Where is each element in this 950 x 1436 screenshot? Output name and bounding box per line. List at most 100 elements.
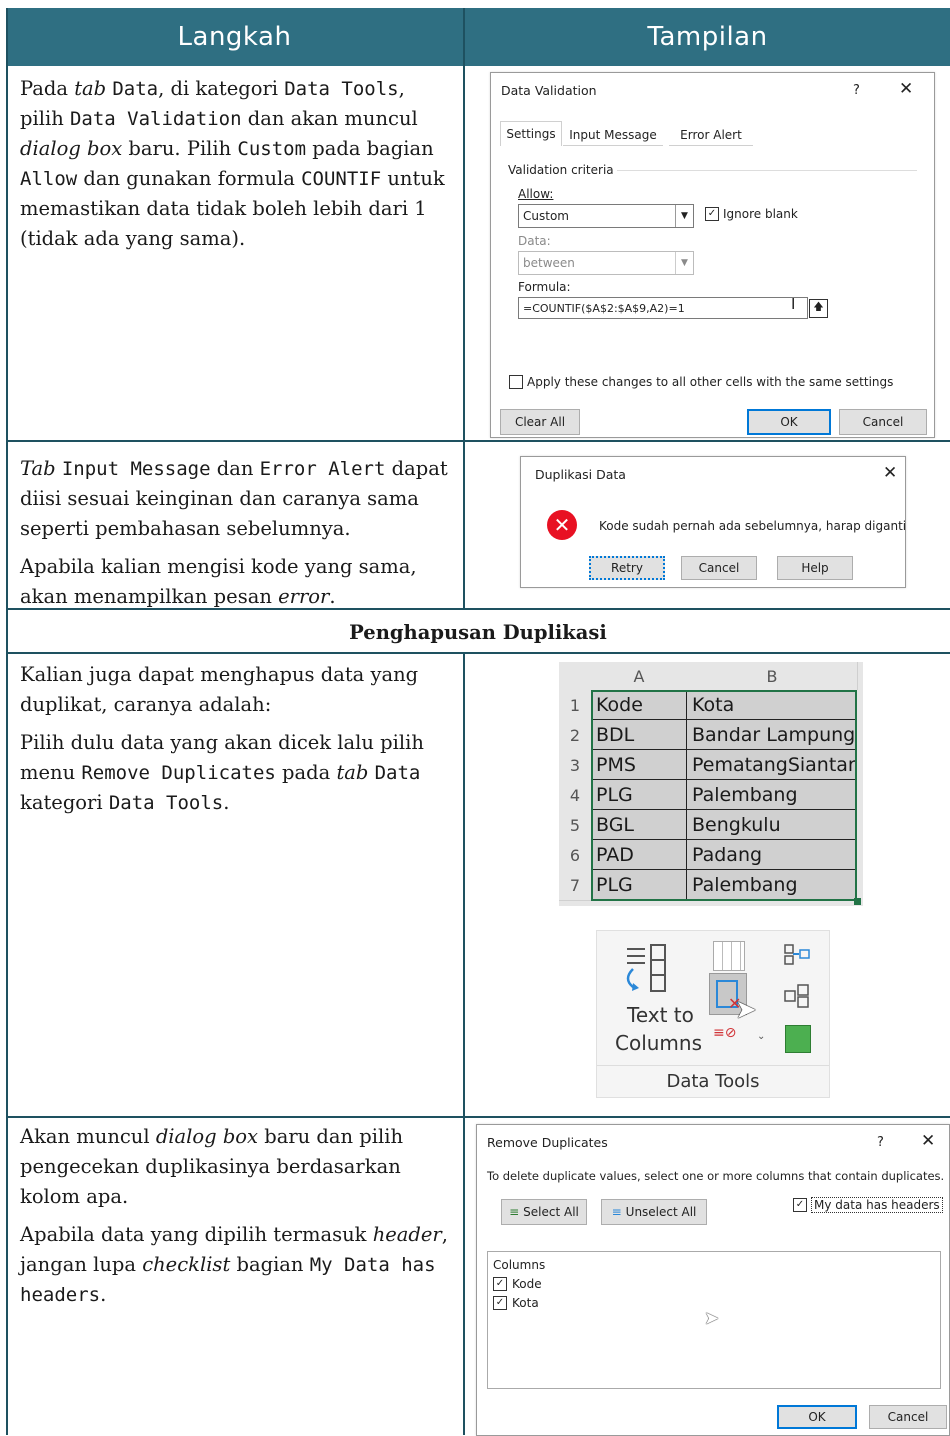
cell-kota[interactable]: PematangSiantar [687, 750, 857, 780]
close-icon[interactable]: ✕ [883, 463, 897, 483]
cell-kota[interactable]: Padang [687, 840, 857, 870]
my-data-headers-checkbox[interactable]: ✓ [793, 1198, 807, 1212]
cancel-button[interactable]: Cancel [869, 1405, 947, 1429]
clear-all-button[interactable]: Clear All [500, 409, 580, 435]
border-left [6, 8, 8, 1435]
fill-handle[interactable] [854, 898, 861, 905]
cell-kota[interactable]: Palembang [687, 870, 857, 900]
column-header-a[interactable]: A [591, 662, 688, 690]
tab-error-alert[interactable]: Error Alert [669, 125, 753, 146]
cell-kode[interactable]: PMS [591, 750, 687, 780]
cell-kode[interactable]: BDL [591, 720, 687, 750]
chevron-down-icon: ⌄ [757, 1031, 766, 1042]
cell-kode[interactable]: PLG [591, 870, 687, 900]
border-mid-bottom [463, 654, 465, 1435]
data-label: Data: [518, 234, 551, 248]
consolidate-icon[interactable] [783, 943, 811, 967]
text-cursor-icon: I [791, 295, 796, 313]
close-icon[interactable]: ✕ [899, 79, 913, 99]
data-model-icon[interactable] [785, 1025, 811, 1053]
ok-label: OK [780, 415, 798, 429]
cancel-button[interactable]: Cancel [681, 556, 757, 580]
cancel-button[interactable]: Cancel [839, 409, 927, 435]
cell-kota[interactable]: Bandar Lampung [687, 720, 857, 750]
text-to-columns-icon [623, 943, 671, 995]
close-icon[interactable]: ✕ [921, 1131, 935, 1151]
dialog-title: Duplikasi Data [535, 467, 626, 482]
retry-label: Retry [611, 561, 643, 575]
kota-checkbox[interactable]: ✓ [493, 1296, 507, 1310]
formula-label: Formula: [518, 280, 571, 294]
allow-select[interactable]: Custom ▼ [518, 204, 694, 228]
tab-settings-label: Settings [506, 127, 556, 141]
kota-label: Kota [512, 1296, 539, 1310]
data-tools-ribbon: Text to Columns ✕ ➤ ≡⊘ ⌄ Data Tools [596, 930, 830, 1098]
ignore-blank-checkbox[interactable]: ✓ [705, 207, 719, 221]
select-all-corner[interactable] [559, 662, 592, 690]
column-header-b[interactable]: B [687, 662, 858, 690]
chevron-down-icon: ▼ [675, 205, 693, 227]
text-to-columns-svg [626, 944, 666, 992]
relationships-svg [784, 984, 809, 1008]
apply-all-checkbox[interactable] [509, 375, 523, 389]
cancel-label: Cancel [862, 415, 904, 429]
row-header[interactable]: 2 [559, 720, 591, 751]
ok-label: OK [808, 1410, 826, 1424]
chevron-down-icon: ▼ [675, 252, 693, 274]
duplicate-error-dialog: Duplikasi Data ✕ ✕ Kode sudah pernah ada… [520, 456, 906, 588]
unselect-all-icon: ≡ [611, 1205, 622, 1219]
help-button[interactable]: Help [777, 556, 853, 580]
clear-all-label: Clear All [514, 415, 566, 429]
data-validation-dialog: Data Validation ? ✕ Settings Input Messa… [490, 72, 935, 438]
columns-list: Columns ✓ Kode ✓ Kota ➤ [487, 1251, 941, 1389]
row-header[interactable]: 1 [559, 690, 591, 721]
border-mid-top [463, 8, 465, 610]
content-table: Langkah Tampilan Pada tab Data, di kateg… [6, 8, 950, 1436]
relationships-icon[interactable] [783, 983, 811, 1009]
ok-button[interactable]: OK [777, 1405, 857, 1429]
collapse-dialog-button[interactable]: 🡅 [809, 299, 828, 318]
divider-4 [6, 1116, 950, 1118]
row-header[interactable]: 3 [559, 750, 591, 781]
header-tampilan-label: Tampilan [647, 22, 768, 52]
cell-kode[interactable]: Kode [591, 690, 687, 720]
cancel-label: Cancel [887, 1410, 929, 1424]
tab-input-message[interactable]: Input Message [563, 125, 663, 146]
help-button[interactable]: ? [853, 83, 860, 98]
cell-kota[interactable]: Bengkulu [687, 810, 857, 840]
cancel-label: Cancel [698, 561, 740, 575]
help-button[interactable]: ? [877, 1135, 884, 1150]
cell-kota[interactable]: Palembang [687, 780, 857, 810]
select-all-button[interactable]: ≡ Select All [501, 1199, 587, 1225]
row-header[interactable]: 5 [559, 810, 591, 841]
cell-kota[interactable]: Kota [687, 690, 857, 720]
formula-input[interactable]: =COUNTIF($A$2:$A$9,A2)=1 [518, 297, 808, 319]
unselect-all-button[interactable]: ≡ Unselect All [601, 1199, 707, 1225]
data-value: between [523, 256, 575, 270]
mouse-pointer-icon: ➤ [735, 995, 757, 1025]
header-langkah: Langkah [6, 8, 463, 66]
apply-all-label: Apply these changes to all other cells w… [527, 375, 894, 389]
row-header[interactable]: 6 [559, 840, 591, 871]
kode-checkbox[interactable]: ✓ [493, 1277, 507, 1291]
cell-kode[interactable]: PLG [591, 780, 687, 810]
columns-label: Columns [493, 1258, 546, 1272]
row-header[interactable]: 7 [559, 870, 591, 901]
row3-text: Kalian juga dapat menghapus data yang du… [20, 663, 424, 814]
flash-fill-icon[interactable] [713, 941, 745, 971]
mouse-pointer-icon: ➤ [704, 1308, 720, 1329]
ok-button[interactable]: OK [747, 409, 831, 435]
select-all-label: Select All [523, 1205, 579, 1219]
tab-input-message-label: Input Message [569, 128, 657, 142]
formula-value: =COUNTIF($A$2:$A$9,A2)=1 [523, 301, 685, 315]
header-langkah-label: Langkah [177, 22, 292, 52]
row-header[interactable]: 4 [559, 780, 591, 811]
data-validation-icon[interactable]: ≡⊘ [713, 1025, 736, 1041]
tab-settings[interactable]: Settings [500, 121, 562, 146]
validation-criteria-label: Validation criteria [508, 163, 614, 177]
cell-kode[interactable]: BGL [591, 810, 687, 840]
ribbon-group-label: Data Tools [666, 1071, 760, 1092]
retry-button[interactable]: Retry [589, 556, 665, 580]
cell-kode[interactable]: PAD [591, 840, 687, 870]
tab-error-alert-label: Error Alert [680, 128, 742, 142]
